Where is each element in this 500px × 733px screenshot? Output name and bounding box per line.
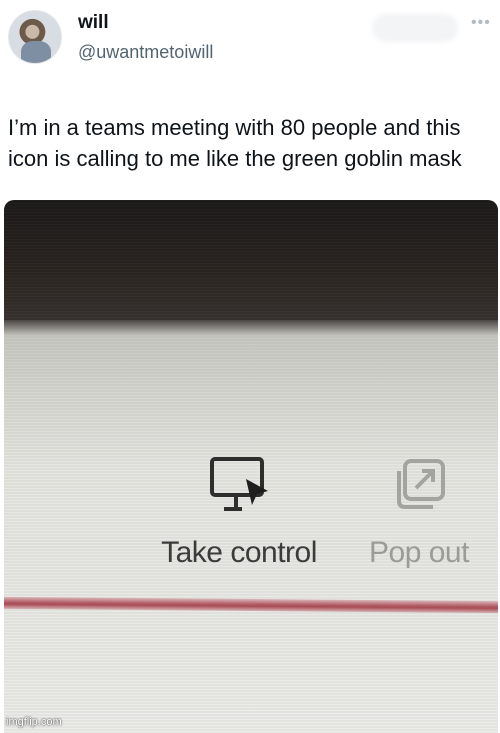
more-horizontal-icon[interactable]: ••• bbox=[471, 14, 491, 32]
take-control-label: Take control bbox=[161, 536, 317, 569]
blurred-follow-button[interactable] bbox=[372, 14, 458, 42]
pop-out-label: Pop out bbox=[369, 536, 469, 569]
tweet-text-line-2: icon is calling to me like the green gob… bbox=[8, 146, 462, 171]
avatar[interactable] bbox=[8, 10, 62, 64]
pop-out-window-icon bbox=[397, 459, 445, 509]
monitor-cursor-icon bbox=[210, 457, 268, 511]
red-divider-line bbox=[4, 596, 498, 614]
tweet-text-line-1: I’m in a teams meeting with 80 people an… bbox=[8, 115, 461, 140]
tweet-header: will @uwantmetoiwill ••• bbox=[0, 0, 500, 95]
tweet-photo[interactable]: Take control Pop out bbox=[4, 200, 498, 733]
display-name[interactable]: will bbox=[78, 12, 109, 34]
pop-out-button[interactable]: Pop out bbox=[354, 455, 484, 575]
handle[interactable]: @uwantmetoiwill bbox=[78, 42, 213, 63]
take-control-button[interactable]: Take control bbox=[144, 455, 334, 575]
tweet-text: I’m in a teams meeting with 80 people an… bbox=[8, 112, 496, 174]
screen-shade bbox=[4, 336, 498, 466]
dark-background-area bbox=[4, 200, 498, 326]
window-edge bbox=[4, 320, 498, 336]
watermark: imgflip.com bbox=[6, 716, 62, 728]
